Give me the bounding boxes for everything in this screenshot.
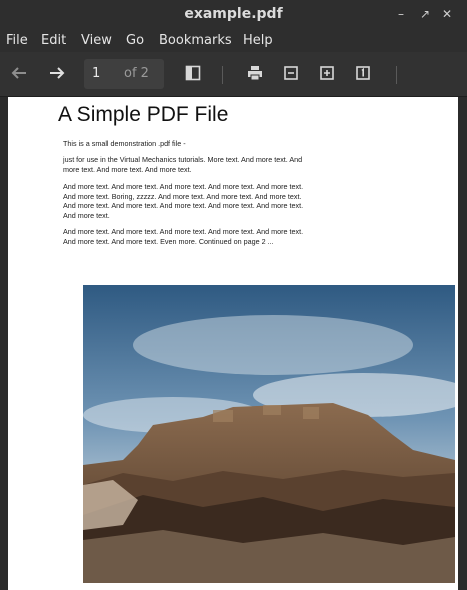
arrow-left-icon [11,67,26,79]
pdf-page: A Simple PDF File This is a small demons… [8,97,458,590]
forward-button[interactable] [44,60,70,86]
menu-bar: File Edit View Go Bookmarks Help [0,30,467,52]
pdf-paragraph: just for use in the Virtual Mechanics tu… [63,155,303,174]
menu-go[interactable]: Go [126,33,144,48]
menu-file[interactable]: File [6,33,28,48]
document-viewer[interactable]: A Simple PDF File This is a small demons… [0,97,467,590]
zoom-in-button[interactable] [314,60,340,86]
sidebar-toggle-button[interactable] [180,60,206,86]
menu-view[interactable]: View [81,33,112,48]
menu-help[interactable]: Help [243,33,273,48]
toolbar-separator [222,66,223,84]
zoom-in-icon [320,66,334,80]
ziggurat-photo [83,285,455,583]
arrow-right-icon [50,67,65,79]
zoom-original-icon [356,66,370,80]
current-page[interactable]: 1 [92,66,100,81]
page-number-entry[interactable]: 1 of 2 [84,59,164,89]
printer-icon [248,66,262,81]
menu-bookmarks[interactable]: Bookmarks [159,33,232,48]
zoom-out-icon [284,66,298,80]
back-button[interactable] [6,60,32,86]
title-bar: example.pdf – ↗ ✕ [0,0,467,30]
pdf-paragraph: And more text. And more text. And more t… [63,227,304,246]
minimize-icon[interactable]: – [398,7,404,21]
pdf-title: A Simple PDF File [58,103,229,126]
toolbar-separator [396,66,397,84]
print-button[interactable] [242,60,268,86]
zoom-out-button[interactable] [278,60,304,86]
total-pages: of 2 [124,66,149,81]
sidebar-icon [185,65,201,81]
pdf-paragraph: This is a small demonstration .pdf file … [63,139,186,148]
window-title: example.pdf [184,6,283,22]
pdf-paragraph: And more text. And more text. And more t… [63,182,304,220]
menu-edit[interactable]: Edit [41,33,66,48]
zoom-original-button[interactable] [350,60,376,86]
close-icon[interactable]: ✕ [442,7,452,21]
maximize-icon[interactable]: ↗ [420,7,430,21]
